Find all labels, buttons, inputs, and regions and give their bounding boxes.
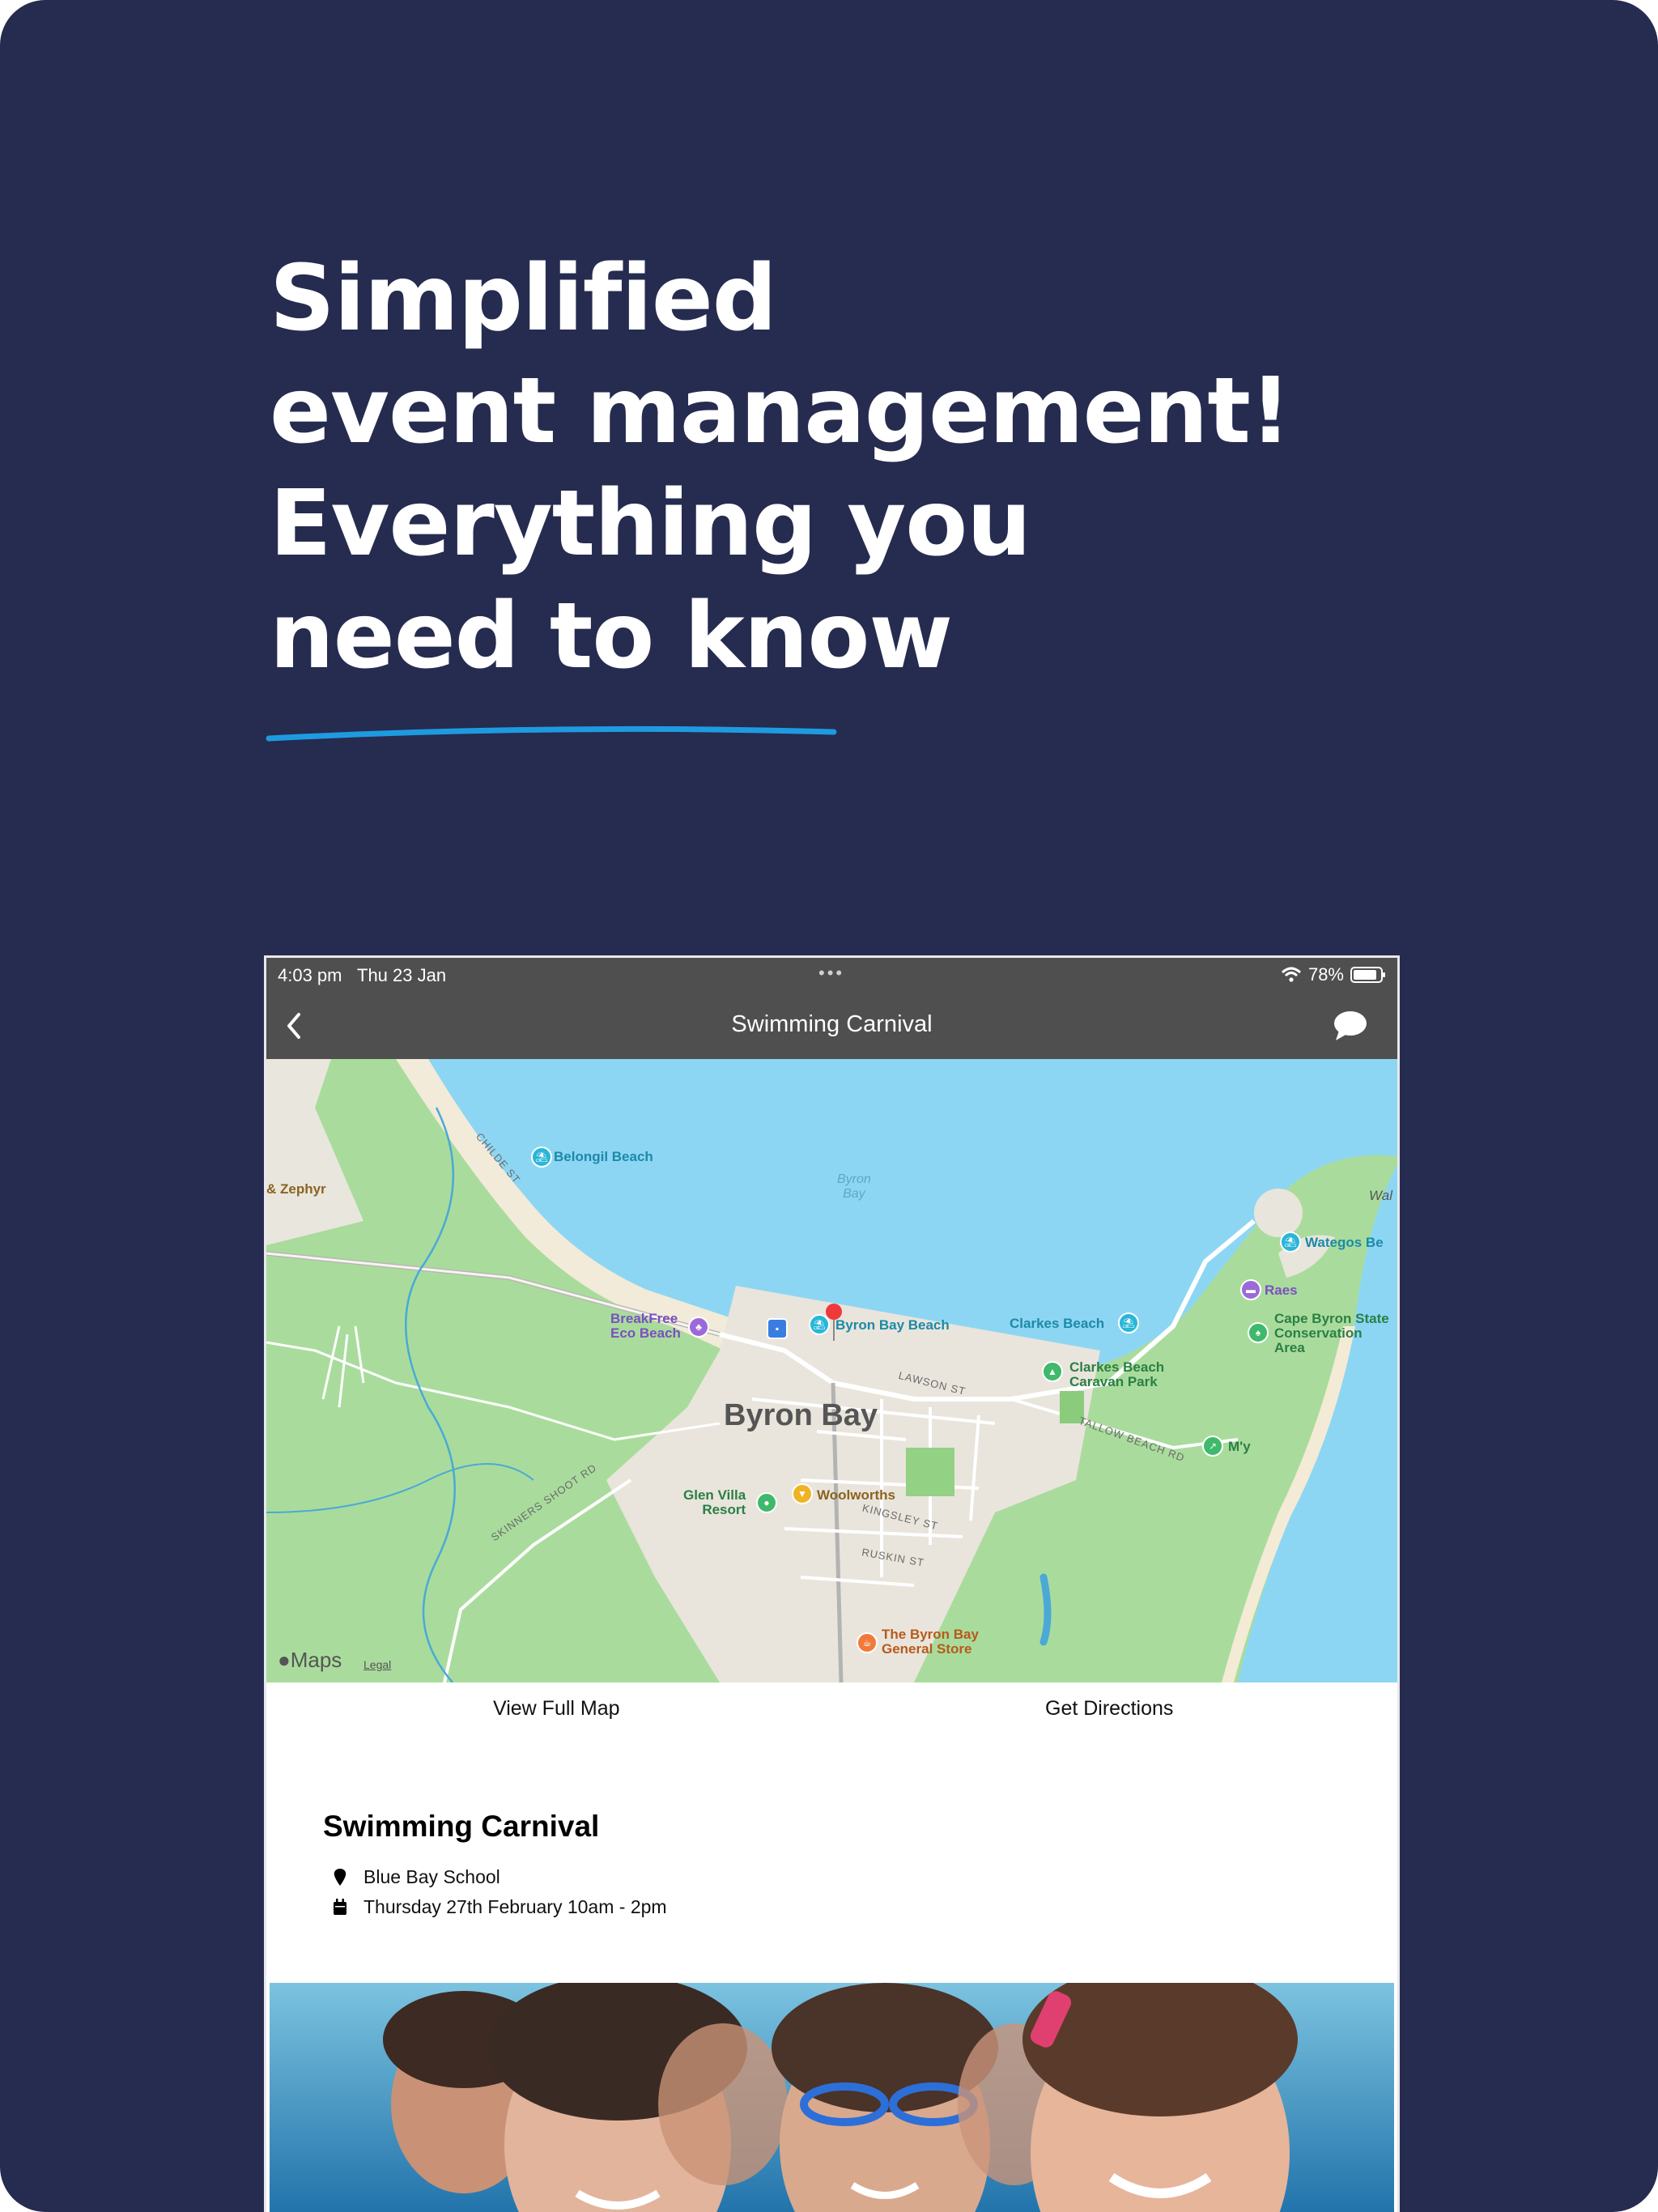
- battery-icon: [1350, 967, 1385, 983]
- event-location-row: Blue Bay School: [333, 1866, 500, 1888]
- event-photo: [270, 1983, 1394, 2212]
- shopping-cart-icon[interactable]: ▼: [792, 1483, 813, 1504]
- nav-bar: Swimming Carnival: [266, 992, 1397, 1059]
- promo-poster: Simplified event management! Everything …: [0, 0, 1658, 2212]
- place-woolworths[interactable]: Woolworths: [817, 1488, 895, 1503]
- maps-attribution: ●Maps: [278, 1648, 342, 1672]
- place-glen[interactable]: Glen Villa Resort: [683, 1488, 746, 1517]
- beach-icon[interactable]: ⛱: [1118, 1312, 1139, 1334]
- chat-bubble-icon[interactable]: [1333, 1010, 1368, 1042]
- cafe-icon[interactable]: ☕: [857, 1632, 878, 1653]
- campsite-icon[interactable]: ▲: [1042, 1361, 1063, 1382]
- headline-underline: [266, 725, 837, 742]
- status-right: 78%: [1281, 964, 1386, 985]
- car-icon[interactable]: ●: [756, 1492, 777, 1513]
- hotel-icon[interactable]: ♣: [688, 1317, 709, 1338]
- apple-logo-icon: ●: [278, 1648, 291, 1672]
- headline-line-2: event management!: [270, 359, 1291, 464]
- bay-label: Byron Bay: [837, 1172, 871, 1201]
- map-canvas: [266, 1059, 1397, 1682]
- place-wal: Wal: [1369, 1188, 1392, 1203]
- beach-icon[interactable]: ⛱: [531, 1146, 552, 1168]
- town-label: Byron Bay: [724, 1398, 878, 1432]
- event-title: Swimming Carnival: [323, 1810, 600, 1843]
- headline-line-1: Simplified: [270, 246, 777, 351]
- bus-icon[interactable]: ▪: [767, 1318, 788, 1339]
- place-breakfree[interactable]: BreakFree Eco Beach: [610, 1312, 681, 1341]
- place-belongil[interactable]: Belongil Beach: [554, 1150, 653, 1164]
- place-raes[interactable]: Raes: [1265, 1283, 1298, 1298]
- tablet-screenshot: 4:03 pm Thu 23 Jan ••• 78% Swimming Carn…: [264, 955, 1400, 2212]
- place-cape[interactable]: Cape Byron State Conservation Area: [1274, 1312, 1389, 1355]
- place-zephyr[interactable]: & Zephyr: [266, 1182, 326, 1197]
- event-datetime: Thursday 27th February 10am - 2pm: [363, 1896, 667, 1917]
- event-datetime-row: Thursday 27th February 10am - 2pm: [333, 1896, 667, 1918]
- status-date: Thu 23 Jan: [357, 965, 447, 985]
- nav-title: Swimming Carnival: [731, 1011, 933, 1037]
- wifi-icon: [1281, 967, 1301, 982]
- legal-link[interactable]: Legal: [363, 1657, 391, 1672]
- map-actions: View Full Map Get Directions: [266, 1682, 1397, 1739]
- park-icon[interactable]: ♠: [1248, 1322, 1269, 1343]
- get-directions-button[interactable]: Get Directions: [1045, 1697, 1173, 1721]
- hotel-icon[interactable]: ▬: [1240, 1279, 1261, 1300]
- view-full-map-button[interactable]: View Full Map: [493, 1697, 620, 1721]
- headline-line-4: need to know: [270, 584, 953, 689]
- trail-icon[interactable]: ↗: [1202, 1436, 1223, 1457]
- beach-icon[interactable]: ⛱: [1280, 1231, 1301, 1253]
- multitask-dots-icon[interactable]: •••: [818, 963, 844, 984]
- place-wategos[interactable]: Wategos Be: [1305, 1236, 1384, 1250]
- swimmers-photo-canvas: [270, 1983, 1394, 2212]
- location-pin-icon: [334, 1868, 346, 1886]
- place-clarkes[interactable]: Clarkes Beach: [1010, 1317, 1104, 1331]
- map-view[interactable]: Byron Bay Byron Bay ⛱ Belongil Beach & Z…: [266, 1059, 1397, 1682]
- headline-line-3: Everything you: [270, 471, 1031, 576]
- headline: Simplified event management! Everything …: [270, 243, 1484, 693]
- calendar-icon: [334, 1898, 346, 1915]
- place-my[interactable]: M'y: [1228, 1440, 1251, 1454]
- battery-percent: 78%: [1307, 964, 1344, 985]
- place-byron-beach[interactable]: Byron Bay Beach: [835, 1318, 950, 1333]
- place-store[interactable]: The Byron Bay General Store: [882, 1627, 979, 1657]
- status-bar: 4:03 pm Thu 23 Jan ••• 78%: [266, 958, 1397, 992]
- status-time: 4:03 pm: [278, 965, 342, 985]
- event-location: Blue Bay School: [363, 1866, 500, 1887]
- place-clarkes-park[interactable]: Clarkes Beach Caravan Park: [1069, 1360, 1164, 1389]
